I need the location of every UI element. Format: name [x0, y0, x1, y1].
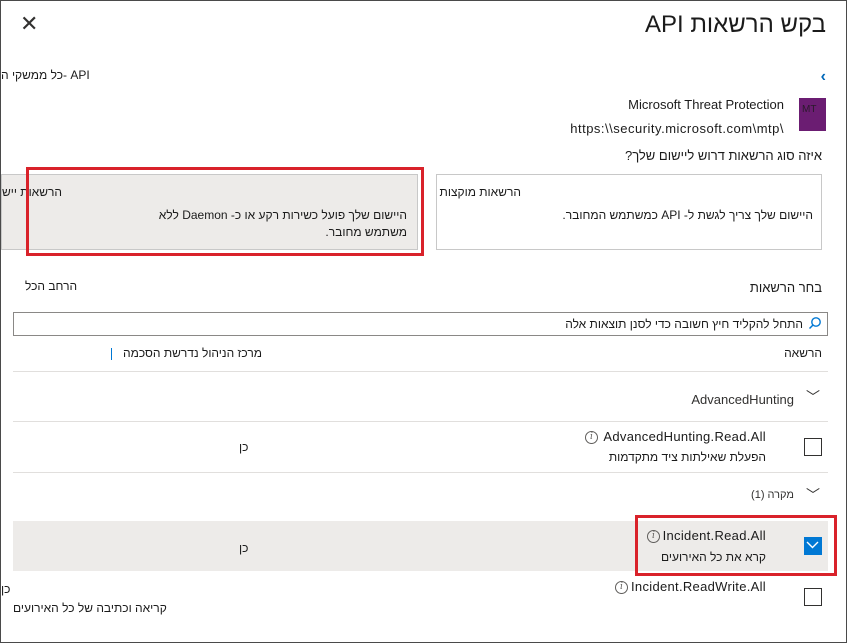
divider: [13, 371, 828, 372]
close-icon[interactable]: ✕: [20, 13, 38, 35]
permission-type-question: איזה סוג הרשאות דרוש ליישום שלך?: [624, 148, 822, 163]
delegated-permissions-description: היישום שלך צריך לגשת ל- API כמשתמש המחוב…: [562, 208, 813, 222]
breadcrumb[interactable]: API -כל ממשקי ה: [1, 68, 91, 82]
group-incident[interactable]: מקרה (1): [751, 489, 794, 501]
permission-name: AdvancedHunting.Read.All: [603, 429, 766, 444]
permission-description: קריאה וכתיבה של כל האירועים: [13, 601, 167, 615]
column-separator: [111, 348, 112, 360]
info-icon[interactable]: i: [585, 431, 598, 444]
divider: [13, 472, 828, 473]
search-placeholder: התחל להקליד חיץ חשובה כדי לסנן תוצאות אל…: [565, 317, 803, 331]
delegated-permissions-card[interactable]: הרשאות מוקצות היישום שלך צריך לגשת ל- AP…: [436, 174, 822, 250]
info-icon[interactable]: i: [615, 581, 628, 594]
permission-row[interactable]: Incident.ReadWrite.All i קריאה וכתיבה של…: [1, 572, 828, 632]
permission-name: Incident.ReadWrite.All: [631, 579, 766, 594]
group-advancedhunting[interactable]: AdvancedHunting: [691, 392, 794, 407]
admin-consent-value: כן: [239, 541, 249, 555]
permission-checkbox[interactable]: [804, 438, 822, 456]
chevron-down-icon[interactable]: ﹀: [806, 485, 820, 505]
select-permissions-label: בחר הרשאות: [749, 280, 822, 295]
app-logo: MT: [799, 98, 826, 131]
app-name: Microsoft Threat Protection: [628, 97, 784, 112]
admin-consent-value: כן: [1, 582, 11, 596]
chevron-left-icon[interactable]: ‹: [821, 68, 826, 86]
highlight-application-card: [26, 167, 424, 256]
search-input[interactable]: התחל להקליד חיץ חשובה כדי לסנן תוצאות אל…: [13, 312, 828, 336]
column-header-permission: הרשאה: [784, 346, 822, 360]
delegated-permissions-title: הרשאות מוקצות: [439, 185, 521, 199]
chevron-down-icon[interactable]: ﹀: [806, 387, 820, 407]
highlight-selected-permission: [635, 515, 837, 576]
panel-title: בקש הרשאות API: [644, 11, 826, 38]
app-url: https:\\security.microsoft.com\mtp\: [570, 121, 784, 136]
column-header-admin-consent: מרכז הניהול נדרשת הסכמה: [123, 346, 262, 360]
expand-all-link[interactable]: הרחב הכל: [25, 279, 77, 293]
search-icon: [808, 317, 821, 330]
admin-consent-value: כן: [239, 440, 249, 454]
permission-row[interactable]: AdvancedHunting.Read.All i הפעלת שאילתות…: [13, 422, 828, 472]
permission-description: הפעלת שאילתות ציד מתקדמות: [608, 450, 766, 464]
